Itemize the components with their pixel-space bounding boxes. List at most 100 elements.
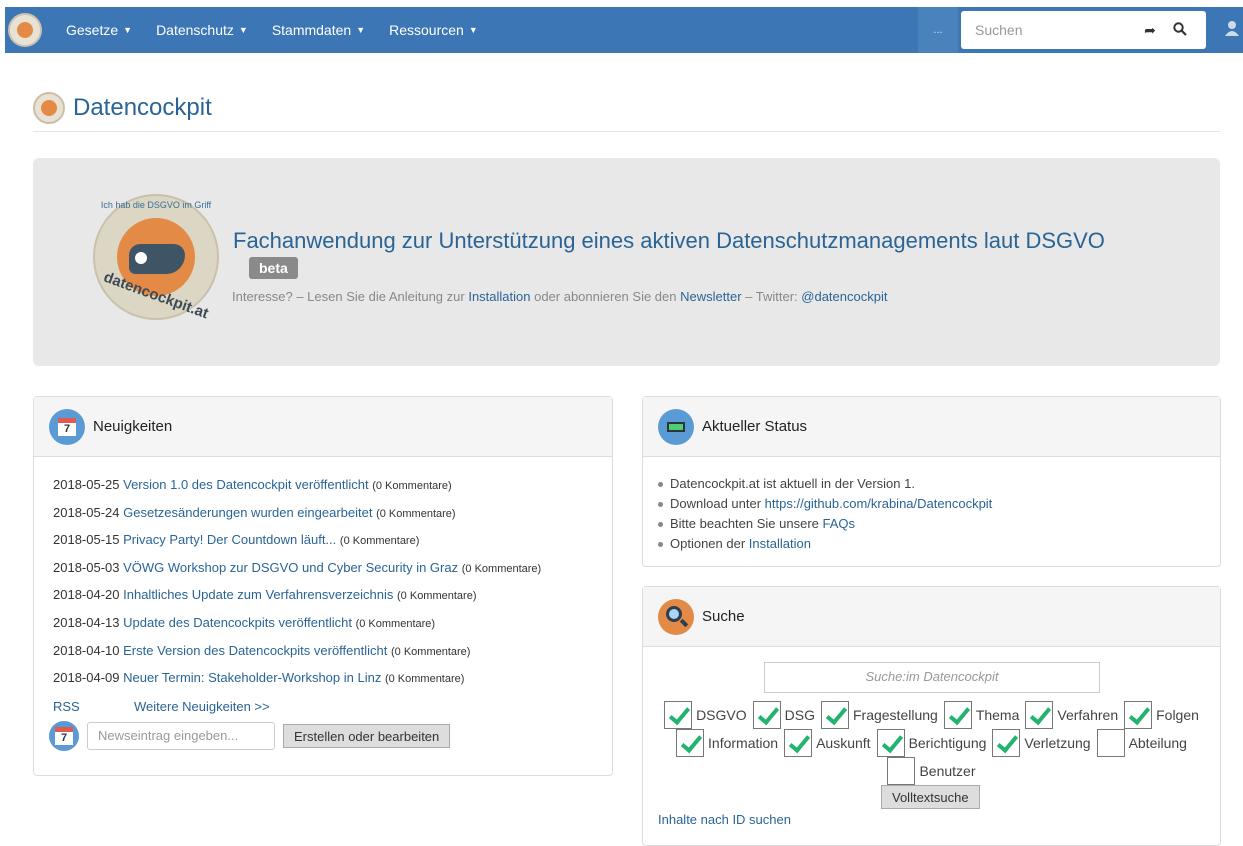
news-item: 2018-05-15 Privacy Party! Der Countdown … [53,532,612,560]
filter-label: DSGVO [696,707,747,723]
banner-subline: Interesse? – Lesen Sie die Anleitung zur… [232,289,887,304]
calendar-icon: 7 [49,721,79,751]
nav-more-button[interactable]: ... [918,7,958,53]
filter-label: Information [708,735,779,751]
status-list: Datencockpit.at ist aktuell in der Versi… [643,457,1220,556]
search-icon[interactable] [1165,21,1195,39]
fulltext-search-button[interactable]: Volltextsuche [881,785,980,809]
news-link[interactable]: Version 1.0 des Datencockpit veröffentli… [123,477,368,492]
magnifier-icon [658,598,694,635]
banner-headline: Fachanwendung zur Unterstützung eines ak… [233,228,1105,253]
filter-label: Thema [975,707,1020,723]
intro-banner: Ich hab die DSGVO im Griff datencockpit.… [33,158,1220,366]
user-icon[interactable] [1225,20,1239,40]
filter-checkbox[interactable] [943,701,972,729]
news-link[interactable]: Inhaltliches Update zum Verfahrensverzei… [123,587,393,602]
news-item: 2018-05-24 Gesetzesänderungen wurden ein… [53,505,612,533]
github-link[interactable]: https://github.com/krabina/Datencockpit [765,496,993,511]
nav-stammdaten[interactable]: Stammdaten ▼ [272,22,365,38]
news-item: 2018-05-25 Version 1.0 des Datencockpit … [53,477,612,505]
news-link[interactable]: Erste Version des Datencockpits veröffen… [123,643,387,658]
search-input[interactable]: Suchen [975,22,1135,38]
news-link[interactable]: Update des Datencockpits veröffentlicht [123,615,352,630]
nav-gesetze[interactable]: Gesetze ▼ [66,22,132,38]
news-panel: 7 Neuigkeiten 2018-05-25 Version 1.0 des… [33,396,613,776]
status-panel: Aktueller Status Datencockpit.at ist akt… [642,396,1221,567]
bird-icon [129,244,185,274]
news-item: 2018-05-03 VÖWG Workshop zur DSGVO und C… [53,560,612,588]
faq-link[interactable]: FAQs [823,516,856,531]
news-item: 2018-04-10 Erste Version des Datencockpi… [53,643,612,671]
filter-row-3: Benutzer [643,757,1222,785]
news-link[interactable]: Neuer Termin: Stakeholder-Workshop in Li… [123,670,381,685]
news-comment-count: (0 Kommentare) [376,507,456,520]
filter-checkbox[interactable] [752,701,781,729]
filter-checkbox[interactable] [876,729,905,757]
beta-badge: beta [249,257,298,279]
filter-checkbox[interactable] [676,729,705,757]
status-item: Optionen der Installation [658,536,1220,556]
filter-checkbox[interactable] [887,757,916,785]
filter-checkbox[interactable] [992,729,1021,757]
news-footer: RSS Weitere Neuigkeiten >> [53,699,270,714]
nav-label: Gesetze [66,22,119,38]
news-date: 2018-05-15 [53,532,120,548]
news-comment-count: (0 Kommentare) [355,617,436,630]
page-title-text: Datencockpit [73,94,212,121]
news-link[interactable]: VÖWG Workshop zur DSGVO und Cyber Securi… [123,560,458,575]
status-text: Datencockpit.at ist aktuell in der Versi… [670,476,915,491]
filter-label: Abteilung [1128,735,1187,751]
newsletter-link[interactable]: Newsletter [680,289,741,304]
caret-down-icon: ▼ [356,25,366,35]
battery-icon [658,408,694,445]
status-title: Aktueller Status [702,418,808,435]
status-text: Bitte beachten Sie unsere [670,516,823,531]
cockpit-search-input[interactable]: Suche:im Datencockpit [764,662,1100,693]
installation-link[interactable]: Installation [468,289,530,304]
news-date: 2018-05-03 [53,559,120,575]
news-comment-count: (0 Kommentare) [390,645,471,658]
search-by-id-link[interactable]: Inhalte nach ID suchen [658,812,791,827]
news-item: 2018-04-20 Inhaltliches Update zum Verfa… [53,587,612,615]
caret-down-icon: ▼ [123,25,133,35]
bird-eye [135,252,147,264]
rss-link[interactable]: RSS [53,699,80,714]
filter-checkbox[interactable] [1124,701,1153,729]
news-entry-input[interactable]: Newseintrag eingeben... [87,722,275,750]
subline-text: oder abonnieren Sie den [530,289,681,304]
status-item: Download unter https://github.com/krabin… [658,496,1220,516]
news-link[interactable]: Privacy Party! Der Countdown läuft... [123,532,336,547]
home-logo-icon[interactable] [8,13,42,47]
news-date: 2018-04-20 [53,587,120,603]
filter-checkbox[interactable] [1025,701,1054,729]
filter-checkbox[interactable] [784,729,813,757]
twitter-link[interactable]: @datencockpit [801,289,887,304]
installation-link[interactable]: Installation [749,536,811,551]
filter-checkbox[interactable] [1096,729,1125,757]
more-news-link[interactable]: Weitere Neuigkeiten >> [134,699,270,714]
news-link[interactable]: Gesetzesänderungen wurden eingearbeitet [123,505,372,520]
news-comment-count: (0 Kommentare) [397,590,477,603]
filter-label: Fragestellung [852,707,938,723]
news-date: 2018-05-25 [53,477,120,492]
status-item: Datencockpit.at ist aktuell in der Versi… [658,476,1220,496]
caret-down-icon: ▼ [238,25,248,35]
status-item: Bitte beachten Sie unsere FAQs [658,516,1220,536]
news-date: 2018-04-10 [53,642,120,658]
nav-datenschutz[interactable]: Datenschutz ▼ [156,22,248,38]
status-panel-header: Aktueller Status [643,397,1220,457]
nav-ressourcen[interactable]: Ressourcen ▼ [389,22,478,38]
filter-checkbox[interactable] [820,701,849,729]
filter-label: Folgen [1156,707,1199,723]
news-comment-count: (0 Kommentare) [372,480,452,492]
nav-label: Stammdaten [271,22,352,38]
filter-label: Verfahren [1057,707,1119,723]
page-title: Datencockpit [33,92,212,124]
datencockpit-badge-logo: Ich hab die DSGVO im Griff datencockpit.… [93,194,219,322]
filter-checkbox[interactable] [664,701,693,729]
subline-text: Interesse? – Lesen Sie die Anleitung zur [232,289,469,304]
go-arrow-icon[interactable]: ➦ [1135,22,1165,39]
filter-label: Berichtigung [908,735,987,751]
create-edit-button[interactable]: Erstellen oder bearbeiten [283,724,451,748]
caret-down-icon: ▼ [468,25,478,35]
